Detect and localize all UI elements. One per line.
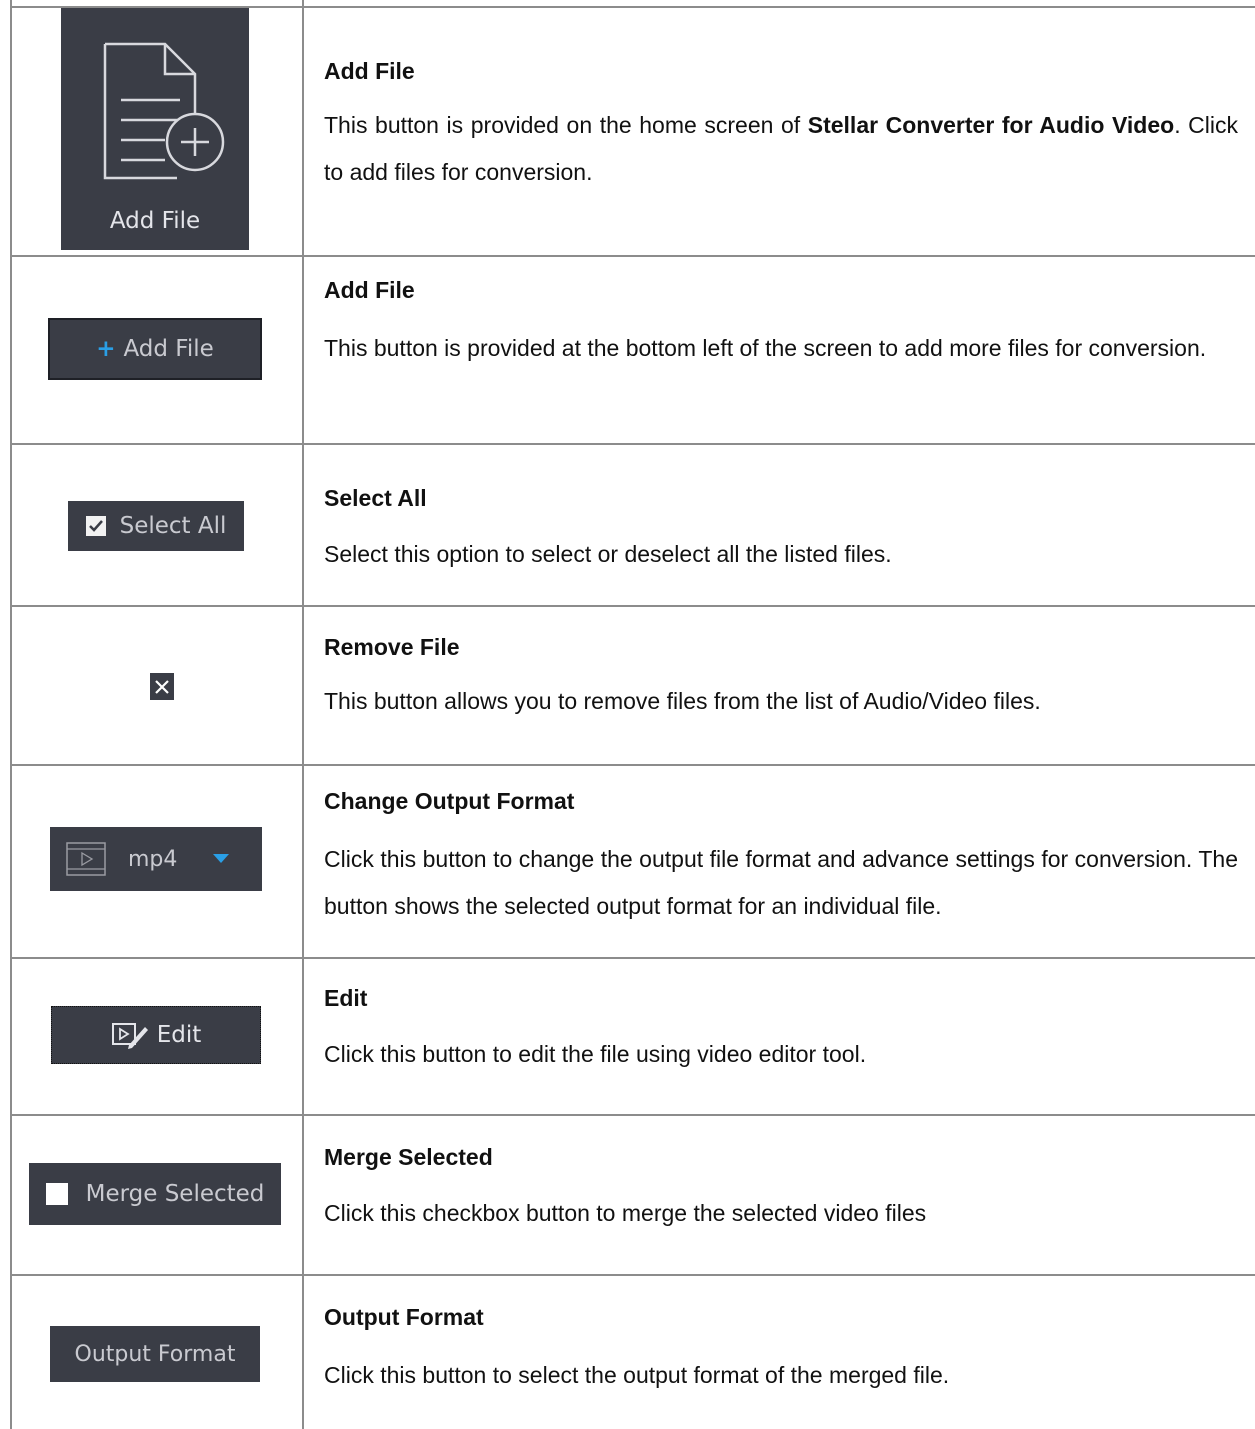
checkbox-checked-icon xyxy=(85,516,106,536)
output-format-button-label: Output Format xyxy=(74,1341,236,1367)
row-divider xyxy=(10,443,1255,445)
merge-selected-checkbox[interactable]: Merge Selected xyxy=(29,1163,281,1225)
row-description: This button allows you to remove files f… xyxy=(324,688,1041,714)
chevron-down-icon xyxy=(213,854,230,863)
add-file-home-button[interactable]: Add File xyxy=(61,8,249,250)
edit-button-label: Edit xyxy=(156,1022,202,1048)
row-divider xyxy=(10,764,1255,766)
row-add-file-home: Add File This button is provided on the … xyxy=(324,56,1238,196)
output-format-dropdown[interactable]: mp4 xyxy=(50,827,262,891)
row-title: Output Format xyxy=(324,1304,484,1330)
row-description: Select this option to select or deselect… xyxy=(324,541,892,567)
row-title: Remove File xyxy=(324,634,460,660)
row-title: Merge Selected xyxy=(324,1144,493,1170)
remove-file-button[interactable] xyxy=(150,673,174,700)
output-format-value: mp4 xyxy=(128,846,178,872)
row-title: Add File xyxy=(324,277,415,303)
row-description: Click this button to select the output f… xyxy=(324,1362,950,1388)
row-description: Click this button to change the output f… xyxy=(324,846,1238,919)
plus-icon: + xyxy=(96,336,116,362)
output-format-button[interactable]: Output Format xyxy=(50,1326,260,1382)
checkbox-empty-icon xyxy=(45,1183,68,1205)
add-file-button-label: Add File xyxy=(123,336,214,362)
row-output-format: Output Format Click this button to selec… xyxy=(324,1302,1238,1399)
row-divider xyxy=(10,605,1255,607)
row-divider xyxy=(10,255,1255,257)
add-file-document-icon xyxy=(103,42,225,180)
row-description: This button is provided at the bottom le… xyxy=(324,335,1207,361)
select-all-button[interactable]: Select All xyxy=(68,501,244,551)
row-title: Select All xyxy=(324,485,427,511)
merge-selected-label: Merge Selected xyxy=(85,1181,265,1207)
row-edit: Edit Click this button to edit the file … xyxy=(324,983,1238,1078)
row-title: Add File xyxy=(324,58,415,84)
row-remove-file: Remove File This button allows you to re… xyxy=(324,632,1238,725)
column-divider xyxy=(302,0,304,1429)
select-all-label: Select All xyxy=(119,513,227,539)
add-file-home-label: Add File xyxy=(109,208,201,234)
film-icon xyxy=(66,842,106,876)
row-title: Edit xyxy=(324,985,368,1011)
row-description: This button is provided on the home scre… xyxy=(324,112,1238,185)
close-icon xyxy=(155,679,169,694)
row-description: Click this checkbox button to merge the … xyxy=(324,1200,927,1226)
row-title: Change Output Format xyxy=(324,788,575,814)
row-merge-selected: Merge Selected Click this checkbox butto… xyxy=(324,1142,1238,1237)
row-select-all: Select All Select this option to select … xyxy=(324,483,1238,578)
edit-video-icon xyxy=(111,1023,148,1049)
row-divider xyxy=(10,957,1255,959)
add-file-button[interactable]: + Add File xyxy=(48,318,262,380)
row-divider xyxy=(10,1274,1255,1276)
row-add-file: Add File This button is provided at the … xyxy=(324,275,1238,372)
row-divider xyxy=(10,1114,1255,1116)
edit-button[interactable]: Edit xyxy=(51,1006,261,1064)
row-change-output-format: Change Output Format Click this button t… xyxy=(324,786,1238,930)
row-description: Click this button to edit the file using… xyxy=(324,1041,867,1067)
